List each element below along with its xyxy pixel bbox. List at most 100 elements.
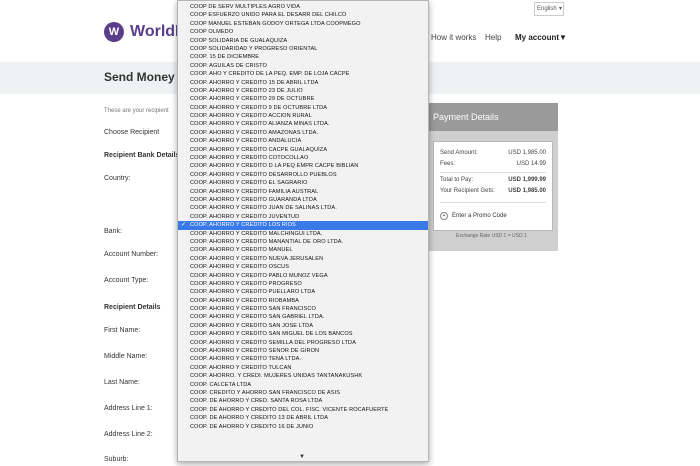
dropdown-option[interactable]: COOP MANUEL ESTEBAN GODOY ORTEGA LTDA CO…	[178, 20, 428, 28]
recipient-gets-row: Your Recipient Gets: USD 1,985.00	[440, 188, 546, 194]
dropdown-option-label: COOP MANUEL ESTEBAN GODOY ORTEGA LTDA CO…	[190, 20, 361, 27]
dropdown-option[interactable]: COOP. AHORRO Y CREDITO NUEVA JERUSALEN	[178, 255, 428, 263]
dropdown-option[interactable]: COOP. AHORRO Y CREDITO TULCAN	[178, 364, 428, 372]
dropdown-option[interactable]: COOP. AHORRO Y CREDITO PUELLARO LTDA	[178, 288, 428, 296]
dropdown-option[interactable]: COOP. AHORRO. Y CREDI. MUJERES UNIDAS TA…	[178, 372, 428, 380]
dropdown-option[interactable]: COOP. AHORRO Y CREDITO SAN GABRIEL LTDA.	[178, 313, 428, 321]
dropdown-option[interactable]: COOP. AHORRO Y CREDITO EL SAGRARIO	[178, 179, 428, 187]
fees-value: USD 14.99	[516, 161, 546, 167]
nav-my-account[interactable]: My account▼	[515, 33, 567, 42]
dropdown-option[interactable]: COOP. AHORRO Y CREDITO ALIANZA MINAS LTD…	[178, 120, 428, 128]
dropdown-option[interactable]: COOP. AHORRO Y CREDITO SAN JOSE LTDA	[178, 322, 428, 330]
dropdown-option-label: COOP. CREDITO Y AHORRO SAN FRANCISCO DE …	[190, 389, 341, 396]
dropdown-option-label: COOP. AHORRO Y CREDITO 9 DE OCTUBRE LTDA	[190, 104, 328, 111]
dropdown-option[interactable]: COOP. AHORRO Y CREDITO JUAN DE SALINAS L…	[178, 204, 428, 212]
nav-help[interactable]: Help	[485, 33, 501, 42]
dropdown-option-label: COOP. AHORRO Y CREDITO NUEVA JERUSALEN	[190, 255, 324, 262]
dropdown-option-label: COOP. AHORRO Y CREDITO ACCION RURAL	[190, 113, 312, 120]
dropdown-option-label: COOP. AHORRO Y CREDITO 29 DE OCTUBRE	[190, 96, 315, 103]
intro-text: These are your recipient	[104, 108, 169, 114]
payment-details-title: Payment Details	[426, 103, 558, 131]
dropdown-option[interactable]: COOP SOLIDARIDAD Y PROGRESO ORIENTAL	[178, 45, 428, 53]
promo-code-link[interactable]: + Enter a Promo Code	[440, 212, 507, 220]
dropdown-option-label: COOP. AHORRO Y CREDITO DESARROLLO PUEBLO…	[190, 171, 337, 178]
dropdown-option[interactable]: COOP SOLIDARIA DE GUALAQUIZA	[178, 37, 428, 45]
dropdown-option-label: COOP. AHORRO Y CREDITO ANDALUCIA	[190, 138, 302, 145]
dropdown-option-label: COOP. DE AHORRO Y CREDITO 13 DE ABRIL LT…	[190, 415, 329, 422]
dropdown-option[interactable]: COOP. DE AHORRO Y CREDITO 16 DE JUNIO	[178, 423, 428, 431]
dropdown-option-label: COOP. AHORRO Y CREDITO TULCAN	[190, 364, 292, 371]
dropdown-option[interactable]: COOP. AHORRO Y CREDITO 29 DE OCTUBRE	[178, 95, 428, 103]
dropdown-option[interactable]: COOP. AHORRO Y CREDITO PROGRESO	[178, 280, 428, 288]
scroll-down-icon[interactable]: ▼	[299, 454, 305, 460]
exchange-rate: Exchange Rate USD 1 = USD 1	[456, 233, 527, 239]
dropdown-option[interactable]: COOP. AHORRO Y CREDITO DESARROLLO PUEBLO…	[178, 171, 428, 179]
send-amount-label: Send Amount:	[440, 150, 478, 156]
dropdown-option[interactable]: COOP OLMEDO	[178, 28, 428, 36]
dropdown-option[interactable]: COOP. AHORRO Y CREDITO MANUEL	[178, 246, 428, 254]
dropdown-option[interactable]: COOP. AHORRO Y CREDITO ANDALUCIA	[178, 137, 428, 145]
dropdown-option[interactable]: COOP. AHORRO Y CREDITO MALCHINGUI LTDA.	[178, 230, 428, 238]
dropdown-option-label: COOP. 15 DE DICIEMBRE	[190, 54, 260, 61]
dropdown-option[interactable]: COOP. DE AHORRO Y CREDITO DEL COL. FISC.…	[178, 406, 428, 414]
chevron-down-icon: ▾	[558, 6, 562, 12]
dropdown-option-label: COOP OLMEDO	[190, 29, 234, 36]
dropdown-option-label: COOP DE SERV MULTIPLES AGRO VIDA	[190, 4, 301, 10]
dropdown-option-label: COOP. AHORRO Y CREDITO LOS RIOS	[190, 222, 296, 229]
dropdown-option-label: COOP. AHORRO Y CREDITO SAN JOSE LTDA	[190, 322, 314, 329]
dropdown-option-label: COOP. DE AHORRO Y CRED. SANTA ROSA LTDA	[190, 398, 323, 405]
dropdown-option-label: COOP. AHORRO Y CREDITO PROGRESO	[190, 280, 302, 287]
dropdown-option[interactable]: COOP. AHORRO Y CREDITO SAN FRANCISCO	[178, 305, 428, 313]
dropdown-option[interactable]: COOP. AGUILAS DE CRISTO	[178, 62, 428, 70]
dropdown-option-label: COOP. AHORRO Y CREDITO SENOR DE GIRON	[190, 348, 320, 355]
dropdown-option[interactable]: COOP. AHORRO Y CREDITO PABLO MUNOZ VEGA	[178, 272, 428, 280]
dropdown-option-label: COOP. AHORRO Y CREDITO 23 DE JULIO	[190, 87, 303, 94]
dropdown-option[interactable]: COOP. AHORRO Y CREDITO SEMILLA DEL PROGR…	[178, 339, 428, 347]
dropdown-option[interactable]: COOP. AHORRO Y CREDITO SAN MIGUEL DE LOS…	[178, 330, 428, 338]
dropdown-option-label: COOP. AHORRO Y CREDITO AMAZONAS LTDA.	[190, 129, 319, 136]
dropdown-option[interactable]: COOP. AHORRO Y CREDITO 23 DE JULIO	[178, 87, 428, 95]
dropdown-option[interactable]: COOP. DE AHORRO Y CREDITO 13 DE ABRIL LT…	[178, 414, 428, 422]
language-select[interactable]: English ▾	[534, 2, 564, 16]
recipient-gets-label: Your Recipient Gets:	[440, 188, 495, 194]
dropdown-option[interactable]: COOP. AHORRO Y CREDITO AMAZONAS LTDA.	[178, 129, 428, 137]
middle-name-label: Middle Name:	[104, 353, 148, 360]
dropdown-option-selected[interactable]: ✓ COOP. AHORRO Y CREDITO LOS RIOS	[178, 221, 428, 230]
dropdown-option[interactable]: COOP. AHORRO Y CREDITO RIOBAMBA	[178, 297, 428, 305]
bank-dropdown-list[interactable]: COOP DE SERV MULTIPLES AGRO VIDA COOP ESF…	[177, 0, 429, 462]
dropdown-option-label: COOP. AHORRO Y CREDITO JUVENTUD	[190, 213, 300, 220]
dropdown-option[interactable]: COOP. AHORRO Y CREDITO MANANTIAL DE ORO …	[178, 238, 428, 246]
dropdown-option[interactable]: COOP. AHORRO Y CREDITO OSCUS	[178, 263, 428, 271]
divider	[440, 202, 546, 203]
payment-summary-box: Send Amount: USD 1,985.00 Fees: USD 14.9…	[433, 141, 553, 231]
dropdown-option[interactable]: COOP. 15 DE DICIEMBRE	[178, 53, 428, 61]
dropdown-option[interactable]: COOP. DE AHORRO Y CRED. SANTA ROSA LTDA	[178, 397, 428, 405]
dropdown-option[interactable]: COOP. AHORRO Y CREDITO TENA LTDA.	[178, 355, 428, 363]
dropdown-option[interactable]: COOP. AHORRO Y CREDITO COTOCOLLAO	[178, 154, 428, 162]
dropdown-options: COOP DE SERV MULTIPLES AGRO VIDA COOP ESF…	[178, 3, 428, 431]
dropdown-option-label: COOP. AHORRO Y CREDITO PUELLARO LTDA	[190, 289, 316, 296]
dropdown-option[interactable]: COOP. AHORRO Y CREDITO 15 DE ABRIL LTDA	[178, 79, 428, 87]
dropdown-option[interactable]: COOP. AHORRO Y CREDITO 9 DE OCTUBRE LTDA	[178, 104, 428, 112]
dropdown-option[interactable]: COOP. AHORRO Y CREDITO JUVENTUD	[178, 213, 428, 221]
dropdown-option-label: COOP. AHORRO Y CREDITO MANANTIAL DE ORO …	[190, 238, 344, 245]
last-name-label: Last Name:	[104, 379, 140, 386]
dropdown-option[interactable]: COOP. AHORRO Y CREDITO ACCION RURAL	[178, 112, 428, 120]
dropdown-option-label: COOP. AHORRO Y CREDITO D LA PEQ EMPR CAC…	[190, 163, 359, 170]
promo-code-label: Enter a Promo Code	[452, 213, 507, 219]
dropdown-option[interactable]: COOP. AHORRO Y CREDITO GUARANDA LTDA	[178, 196, 428, 204]
fees-row: Fees: USD 14.99	[440, 161, 546, 167]
dropdown-option[interactable]: COOP. CALCETA LTDA	[178, 381, 428, 389]
dropdown-option[interactable]: COOP. AHORRO Y CREDITO FAMILIA AUSTRAL	[178, 188, 428, 196]
dropdown-option[interactable]: COOP. AHORRO Y CREDITO SENOR DE GIRON	[178, 347, 428, 355]
dropdown-option[interactable]: COOP. AHO Y CREDITO DE LA PEQ. EMP. DE L…	[178, 70, 428, 78]
dropdown-option[interactable]: COOP. AHORRO Y CREDITO D LA PEQ EMPR CAC…	[178, 162, 428, 170]
dropdown-option-label: COOP. DE AHORRO Y CREDITO DEL COL. FISC.…	[190, 406, 389, 413]
nav-how-it-works[interactable]: How it works	[431, 33, 476, 42]
dropdown-option[interactable]: COOP ESFUERZO UNIDO PARA EL DESARR DEL C…	[178, 11, 428, 19]
dropdown-option-label: COOP. AHORRO. Y CREDI. MUJERES UNIDAS TA…	[190, 373, 363, 380]
dropdown-option[interactable]: COOP DE SERV MULTIPLES AGRO VIDA	[178, 3, 428, 11]
dropdown-option[interactable]: COOP. AHORRO Y CREDITO CACPE GUALAQUIZA	[178, 146, 428, 154]
bank-label: Bank:	[104, 228, 122, 235]
dropdown-option[interactable]: COOP. CREDITO Y AHORRO SAN FRANCISCO DE …	[178, 389, 428, 397]
